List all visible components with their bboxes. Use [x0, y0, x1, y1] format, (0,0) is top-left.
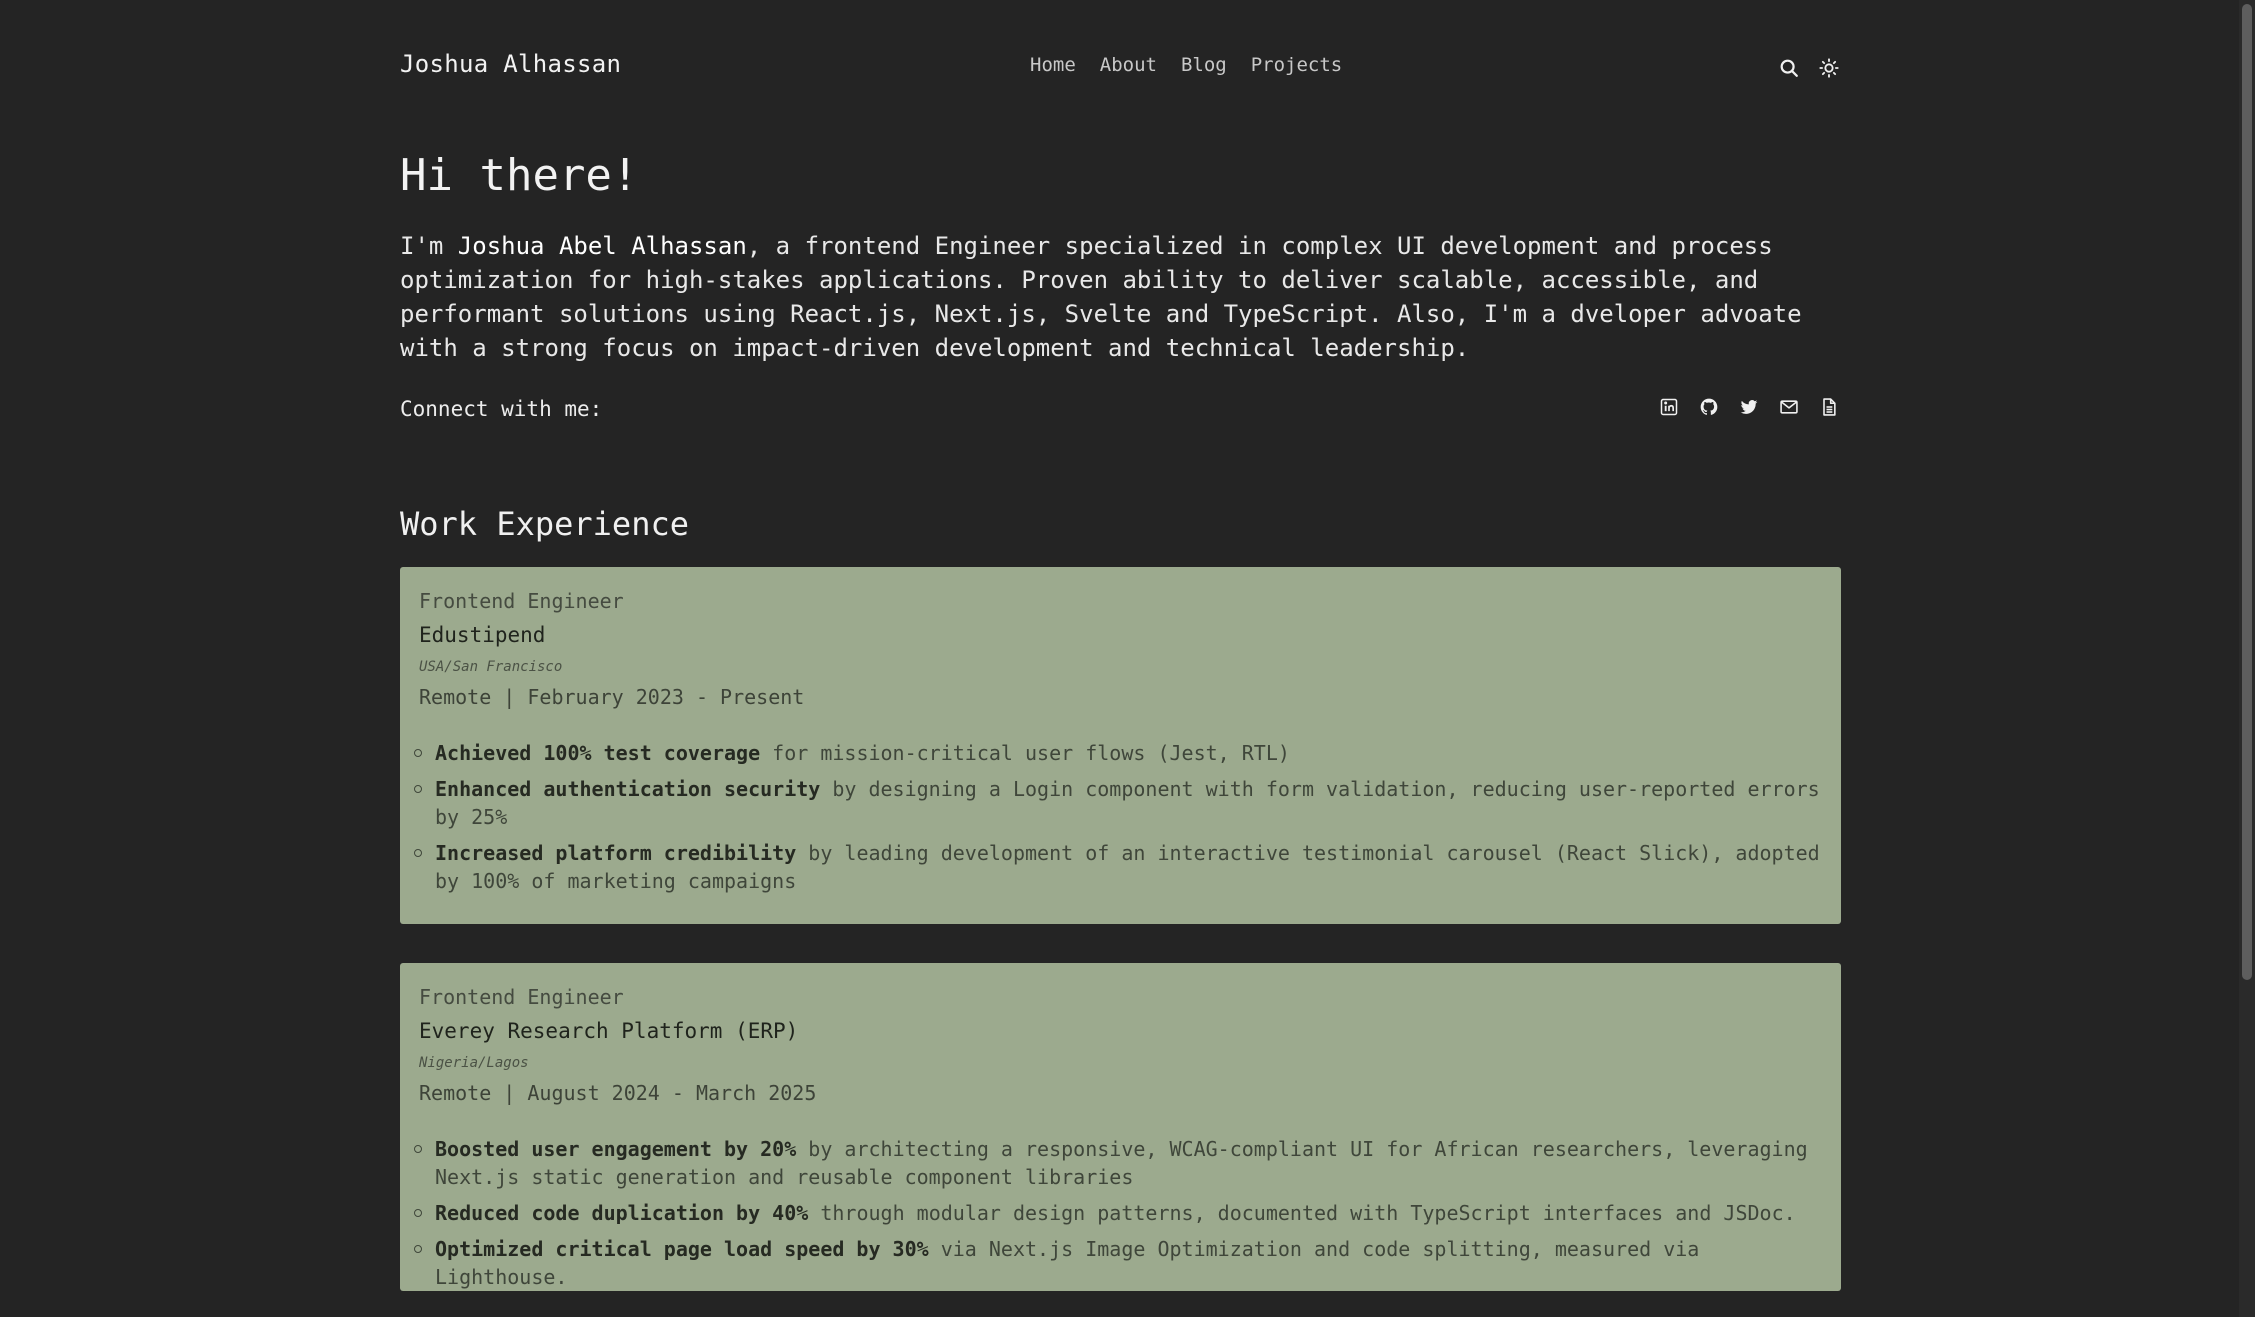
- achievement-highlight: Boosted user engagement by 20%: [435, 1137, 797, 1161]
- intro-prefix: I'm: [400, 232, 458, 260]
- header-actions: [1777, 56, 1841, 80]
- achievement-list: Achieved 100% test coverage for mission-…: [414, 739, 1822, 895]
- hero-intro: I'm Joshua Abel Alhassan, a frontend Eng…: [400, 229, 1841, 365]
- job-company: Everey Research Platform (ERP): [419, 1019, 799, 1043]
- author-name: Joshua Abel Alhassan: [457, 232, 747, 260]
- sun-icon[interactable]: [1817, 56, 1841, 80]
- main-container: Joshua Alhassan Home About Blog Projects: [400, 0, 1841, 1291]
- page-scrollbar[interactable]: [2239, 0, 2255, 1317]
- nav-home[interactable]: Home: [1030, 54, 1076, 76]
- achievement-detail: through modular design patterns, documen…: [808, 1201, 1796, 1225]
- achievement-item: Increased platform credibility by leadin…: [414, 839, 1822, 895]
- achievement-highlight: Reduced code duplication by 40%: [435, 1201, 809, 1225]
- nav-projects[interactable]: Projects: [1251, 54, 1343, 76]
- job-location: Nigeria/Lagos: [419, 1055, 529, 1071]
- achievement-item: Reduced code duplication by 40% through …: [414, 1199, 1822, 1227]
- job-location: USA/San Francisco: [419, 659, 563, 675]
- connect-row: Connect with me:: [400, 395, 1841, 425]
- achievement-item: Optimized critical page load speed by 30…: [414, 1235, 1822, 1291]
- nav-blog[interactable]: Blog: [1181, 54, 1227, 76]
- twitter-icon[interactable]: [1737, 395, 1761, 419]
- social-links: [1657, 395, 1841, 419]
- site-header: Joshua Alhassan Home About Blog Projects: [400, 0, 1841, 135]
- achievement-highlight: Increased platform credibility: [435, 841, 797, 865]
- achievement-highlight: Achieved 100% test coverage: [435, 741, 761, 765]
- job-company: Edustipend: [419, 623, 546, 647]
- achievement-item: Enhanced authentication security by desi…: [414, 775, 1822, 831]
- job-card: Frontend Engineer Everey Research Platfo…: [400, 963, 1841, 1291]
- scrollbar-thumb[interactable]: [2242, 4, 2252, 980]
- search-icon[interactable]: [1777, 56, 1801, 80]
- achievement-highlight: Enhanced authentication security: [435, 777, 821, 801]
- job-period: Remote | February 2023 - Present: [419, 685, 805, 709]
- achievement-highlight: Optimized critical page load speed by 30…: [435, 1237, 929, 1261]
- achievement-item: Achieved 100% test coverage for mission-…: [414, 739, 1822, 767]
- achievement-detail: for mission-critical user flows (Jest, R…: [760, 741, 1290, 765]
- document-icon[interactable]: [1817, 395, 1841, 419]
- hero-title: Hi there!: [400, 150, 639, 201]
- job-period: Remote | August 2024 - March 2025: [419, 1081, 817, 1105]
- achievement-item: Boosted user engagement by 20% by archit…: [414, 1135, 1822, 1191]
- site-title-link[interactable]: Joshua Alhassan: [400, 50, 621, 78]
- linkedin-icon[interactable]: [1657, 395, 1681, 419]
- job-role: Frontend Engineer: [419, 985, 624, 1009]
- github-icon[interactable]: [1697, 395, 1721, 419]
- achievement-list: Boosted user engagement by 20% by archit…: [414, 1135, 1822, 1291]
- work-experience-title: Work Experience: [400, 505, 689, 543]
- job-card: Frontend Engineer Edustipend USA/San Fra…: [400, 567, 1841, 924]
- connect-label: Connect with me:: [400, 397, 603, 421]
- nav-about[interactable]: About: [1100, 54, 1157, 76]
- main-nav: Home About Blog Projects: [1030, 54, 1342, 76]
- page: Joshua Alhassan Home About Blog Projects: [0, 0, 2255, 1317]
- mail-icon[interactable]: [1777, 395, 1801, 419]
- job-role: Frontend Engineer: [419, 589, 624, 613]
